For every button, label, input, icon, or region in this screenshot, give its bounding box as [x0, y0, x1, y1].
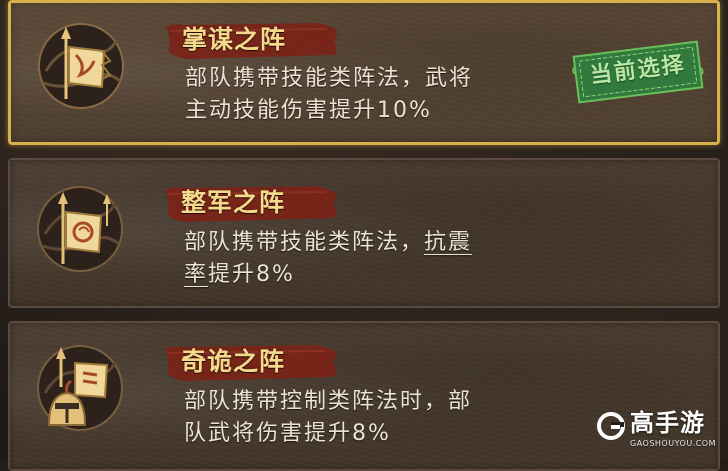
desc-line: 主动技能伤害提升10%: [185, 98, 432, 123]
title-banner: 奇诡之阵: [165, 343, 340, 383]
formation-description: 部队携带控制类阵法时，部 队武将伤害提升8%: [184, 386, 574, 450]
keyword-link-part[interactable]: 抗震: [424, 230, 472, 255]
g-logo-icon: [597, 412, 625, 440]
watermark-domain: GAOSHOUYOU.COM: [630, 439, 717, 448]
desc-text: 部队携带技能类阵法，: [184, 230, 425, 255]
desc-line: 队武将伤害提升8%: [184, 421, 391, 446]
formation-title: 奇诡之阵: [181, 347, 286, 376]
formation-card-zhangmou[interactable]: 掌谋之阵 部队携带技能类阵法，武将 主动技能伤害提升10% 当前选择: [8, 0, 720, 145]
formation-title: 掌谋之阵: [182, 25, 287, 54]
keyword-link-part[interactable]: 率: [184, 262, 208, 287]
formation-description: 部队携带技能类阵法，武将 主动技能伤害提升10%: [185, 63, 575, 127]
desc-line: 部队携带技能类阵法，武将: [185, 66, 474, 91]
title-banner: 掌谋之阵: [166, 21, 341, 61]
formation-title: 整军之阵: [181, 188, 286, 217]
helmet-banner-icon: [35, 343, 125, 433]
title-banner: 整军之阵: [165, 184, 340, 224]
watermark: 高手游 GAOSHOUYOU.COM: [596, 409, 718, 453]
banner-spear-icon: [35, 184, 125, 274]
watermark-name: 高手游: [630, 409, 705, 437]
banner-spear-icon: [36, 21, 126, 111]
formation-description: 部队携带技能类阵法，抗震 率提升8%: [184, 227, 574, 291]
desc-text: 提升8%: [208, 262, 295, 287]
formation-card-zhengjun[interactable]: 整军之阵 部队携带技能类阵法，抗震 率提升8%: [8, 158, 720, 308]
current-selection-badge: 当前选择: [570, 37, 706, 106]
desc-line: 部队携带控制类阵法时，部: [184, 389, 473, 414]
